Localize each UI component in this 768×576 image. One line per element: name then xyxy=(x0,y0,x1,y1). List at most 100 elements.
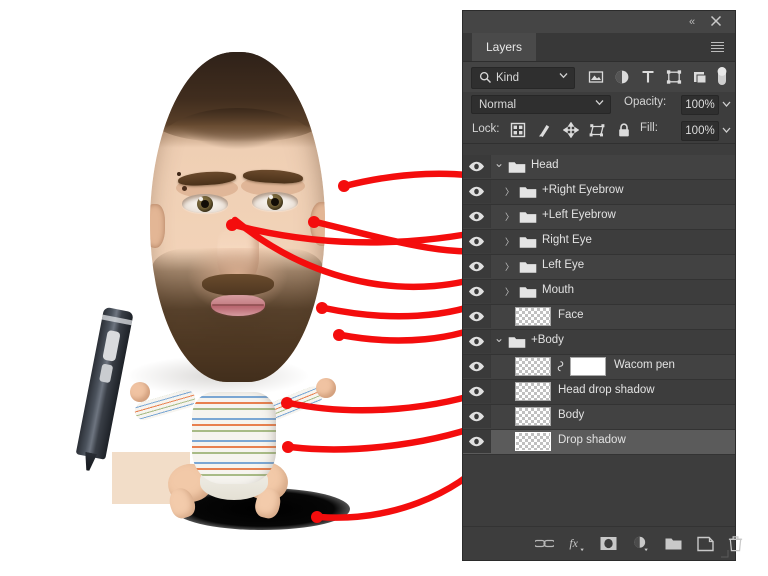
layer-visibility-toggle[interactable] xyxy=(463,230,491,253)
layer-group-disclosure-triangle[interactable]: 〉 xyxy=(505,212,514,222)
new-group-button[interactable] xyxy=(664,535,683,552)
filter-kind-select[interactable]: Kind xyxy=(471,67,575,89)
layer-group-disclosure-triangle[interactable]: 〉 xyxy=(505,187,514,197)
filter-adjustment-icon[interactable] xyxy=(613,68,631,86)
layer-visibility-toggle[interactable] xyxy=(463,280,491,303)
lock-all-icon[interactable] xyxy=(616,122,632,138)
layer-group-disclosure-triangle[interactable]: ⌄ xyxy=(494,332,504,344)
layer-row[interactable]: 〉 Mouth xyxy=(463,280,735,305)
double-chevron-left-icon[interactable]: « xyxy=(685,16,699,28)
ear-right xyxy=(310,202,325,246)
filter-shape-icon[interactable] xyxy=(665,68,683,86)
layer-visibility-toggle[interactable] xyxy=(463,205,491,228)
new-fill-adjustment-button[interactable] xyxy=(631,535,651,552)
layer-group-disclosure-triangle[interactable]: 〉 xyxy=(505,237,514,247)
layer-thumbnail[interactable] xyxy=(515,432,551,451)
layer-row[interactable]: 〉 Left Eye xyxy=(463,255,735,280)
panel-menu-icon[interactable] xyxy=(711,42,724,52)
lock-artboard-nesting-icon[interactable] xyxy=(589,122,605,138)
layer-name-label: Head drop shadow xyxy=(558,384,655,396)
visibility-eye-icon[interactable] xyxy=(468,286,485,297)
mask-link-icon[interactable] xyxy=(556,360,565,375)
layer-thumbnail[interactable] xyxy=(515,382,551,401)
baby-hand-right xyxy=(316,378,336,398)
layer-visibility-toggle[interactable] xyxy=(463,255,491,278)
add-layer-mask-button[interactable] xyxy=(599,535,618,552)
layer-visibility-toggle[interactable] xyxy=(463,180,491,203)
eye-glint-right xyxy=(269,195,273,199)
layer-row[interactable]: 〉 Right Eye xyxy=(463,230,735,255)
chevron-down-icon[interactable] xyxy=(559,72,568,79)
lock-image-pixels-icon[interactable] xyxy=(537,122,553,138)
layer-row[interactable]: ⌄ Head xyxy=(463,155,735,180)
blend-mode-select[interactable]: Normal xyxy=(471,95,611,114)
layer-name-label: +Left Eyebrow xyxy=(542,209,616,221)
filter-pixel-icon[interactable] xyxy=(587,68,605,86)
fill-input[interactable]: 100% xyxy=(681,121,719,141)
layer-thumbnail[interactable] xyxy=(515,357,551,376)
layer-visibility-toggle[interactable] xyxy=(463,430,491,453)
layer-thumbnail[interactable] xyxy=(515,407,551,426)
layer-row[interactable]: Body xyxy=(463,405,735,430)
eye-left xyxy=(182,194,228,213)
visibility-eye-icon[interactable] xyxy=(468,211,485,222)
visibility-eye-icon[interactable] xyxy=(468,161,485,172)
layer-group-disclosure-triangle[interactable]: 〉 xyxy=(505,262,514,272)
ear-left xyxy=(150,204,165,248)
opacity-label: Opacity: xyxy=(624,96,667,108)
layer-row[interactable]: ⌄ +Body xyxy=(463,330,735,355)
visibility-eye-icon[interactable] xyxy=(468,436,485,447)
chevron-down-icon[interactable] xyxy=(595,99,604,106)
adult-head-photo xyxy=(150,52,325,382)
new-layer-button[interactable] xyxy=(696,535,715,552)
lock-position-icon[interactable] xyxy=(563,122,579,138)
fill-stepper-chevron-icon[interactable] xyxy=(719,121,734,139)
tab-layers[interactable]: Layers xyxy=(472,33,537,61)
visibility-eye-icon[interactable] xyxy=(468,336,485,347)
close-icon[interactable] xyxy=(709,14,723,28)
visibility-eye-icon[interactable] xyxy=(468,386,485,397)
layer-name-label: Drop shadow xyxy=(558,434,626,446)
visibility-eye-icon[interactable] xyxy=(468,261,485,272)
layer-thumbnail[interactable] xyxy=(515,307,551,326)
svg-text:fx: fx xyxy=(569,536,578,550)
lock-transparent-pixels-icon[interactable] xyxy=(510,122,526,138)
layer-visibility-toggle[interactable] xyxy=(463,405,491,428)
layer-mask-thumbnail[interactable] xyxy=(570,357,606,376)
layers-list[interactable]: ⌄ Head 〉 +Right Eyebrow 〉 +Left Eyebrow 〉 Right… xyxy=(463,155,735,527)
layer-visibility-toggle[interactable] xyxy=(463,330,491,353)
layer-style-fx-button[interactable]: fx xyxy=(567,535,587,552)
filter-toggle-switch[interactable] xyxy=(716,65,728,89)
folder-icon xyxy=(519,287,537,298)
visibility-eye-icon[interactable] xyxy=(468,236,485,247)
filter-type-icon[interactable] xyxy=(639,68,657,86)
eye-right xyxy=(252,192,298,211)
moustache xyxy=(201,274,274,296)
layer-row[interactable]: Wacom pen xyxy=(463,355,735,380)
layers-bottom-toolbar: fx xyxy=(463,526,743,560)
blend-mode-value: Normal xyxy=(479,99,517,111)
layer-row[interactable]: Head drop shadow xyxy=(463,380,735,405)
opacity-input[interactable]: 100% xyxy=(681,95,719,115)
visibility-eye-icon[interactable] xyxy=(468,361,485,372)
layer-row[interactable]: 〉 +Right Eyebrow xyxy=(463,180,735,205)
opacity-stepper-chevron-icon[interactable] xyxy=(719,95,734,113)
layer-visibility-toggle[interactable] xyxy=(463,155,491,178)
link-layers-button[interactable] xyxy=(535,535,554,552)
layer-group-disclosure-triangle[interactable]: 〉 xyxy=(505,287,514,297)
layer-row[interactable]: 〉 +Left Eyebrow xyxy=(463,205,735,230)
layer-row[interactable]: Face xyxy=(463,305,735,330)
layer-visibility-toggle[interactable] xyxy=(463,305,491,328)
visibility-eye-icon[interactable] xyxy=(468,311,485,322)
layer-visibility-toggle[interactable] xyxy=(463,380,491,403)
artwork-composite xyxy=(0,0,470,576)
layer-row[interactable]: Drop shadow xyxy=(463,430,735,455)
visibility-eye-icon[interactable] xyxy=(468,186,485,197)
layer-group-disclosure-triangle[interactable]: ⌄ xyxy=(494,157,504,169)
filter-smart-object-icon[interactable] xyxy=(691,68,709,86)
panel-resize-grip[interactable] xyxy=(719,549,729,558)
mole-upper xyxy=(177,172,181,176)
visibility-eye-icon[interactable] xyxy=(468,411,485,422)
layer-visibility-toggle[interactable] xyxy=(463,355,491,378)
delete-layer-button[interactable] xyxy=(727,535,744,552)
